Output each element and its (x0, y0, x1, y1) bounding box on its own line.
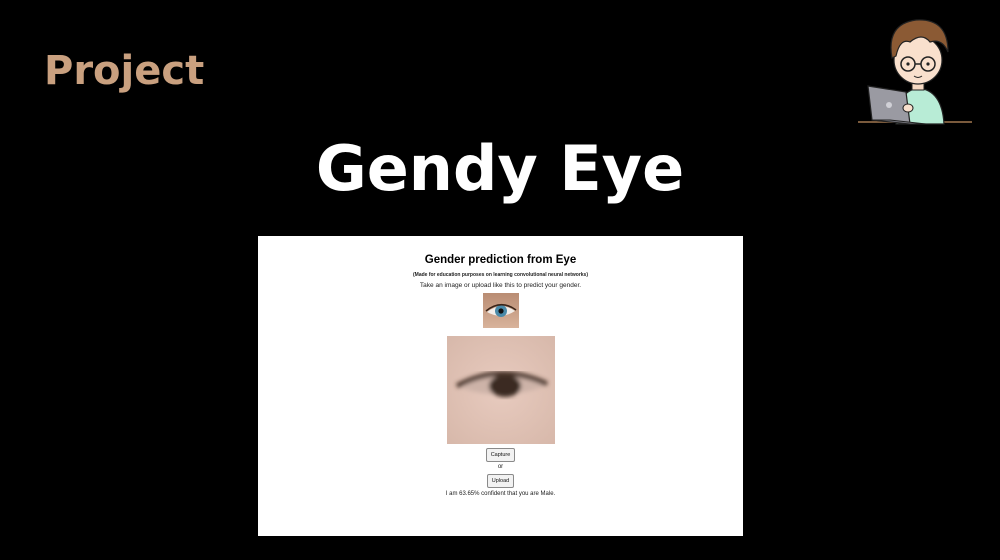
app-title: Gender prediction from Eye (424, 254, 577, 266)
section-label: Project (44, 48, 205, 94)
capture-button[interactable]: Capture (485, 448, 516, 462)
developer-avatar-icon (858, 19, 972, 125)
app-subtitle: (Made for education purposes on learning… (412, 272, 589, 278)
captured-eye-image (446, 336, 555, 444)
upload-button[interactable]: Upload (486, 474, 515, 488)
app-instructions: Take an image or upload like this to pre… (419, 282, 582, 289)
sample-eye-image (482, 293, 519, 328)
prediction-result: I am 63.65% confident that you are Male. (445, 491, 556, 497)
app-screenshot: Gender prediction from Eye (Made for edu… (258, 236, 743, 536)
or-separator: or (497, 464, 504, 470)
slide-title: Gendy Eye (315, 132, 685, 205)
